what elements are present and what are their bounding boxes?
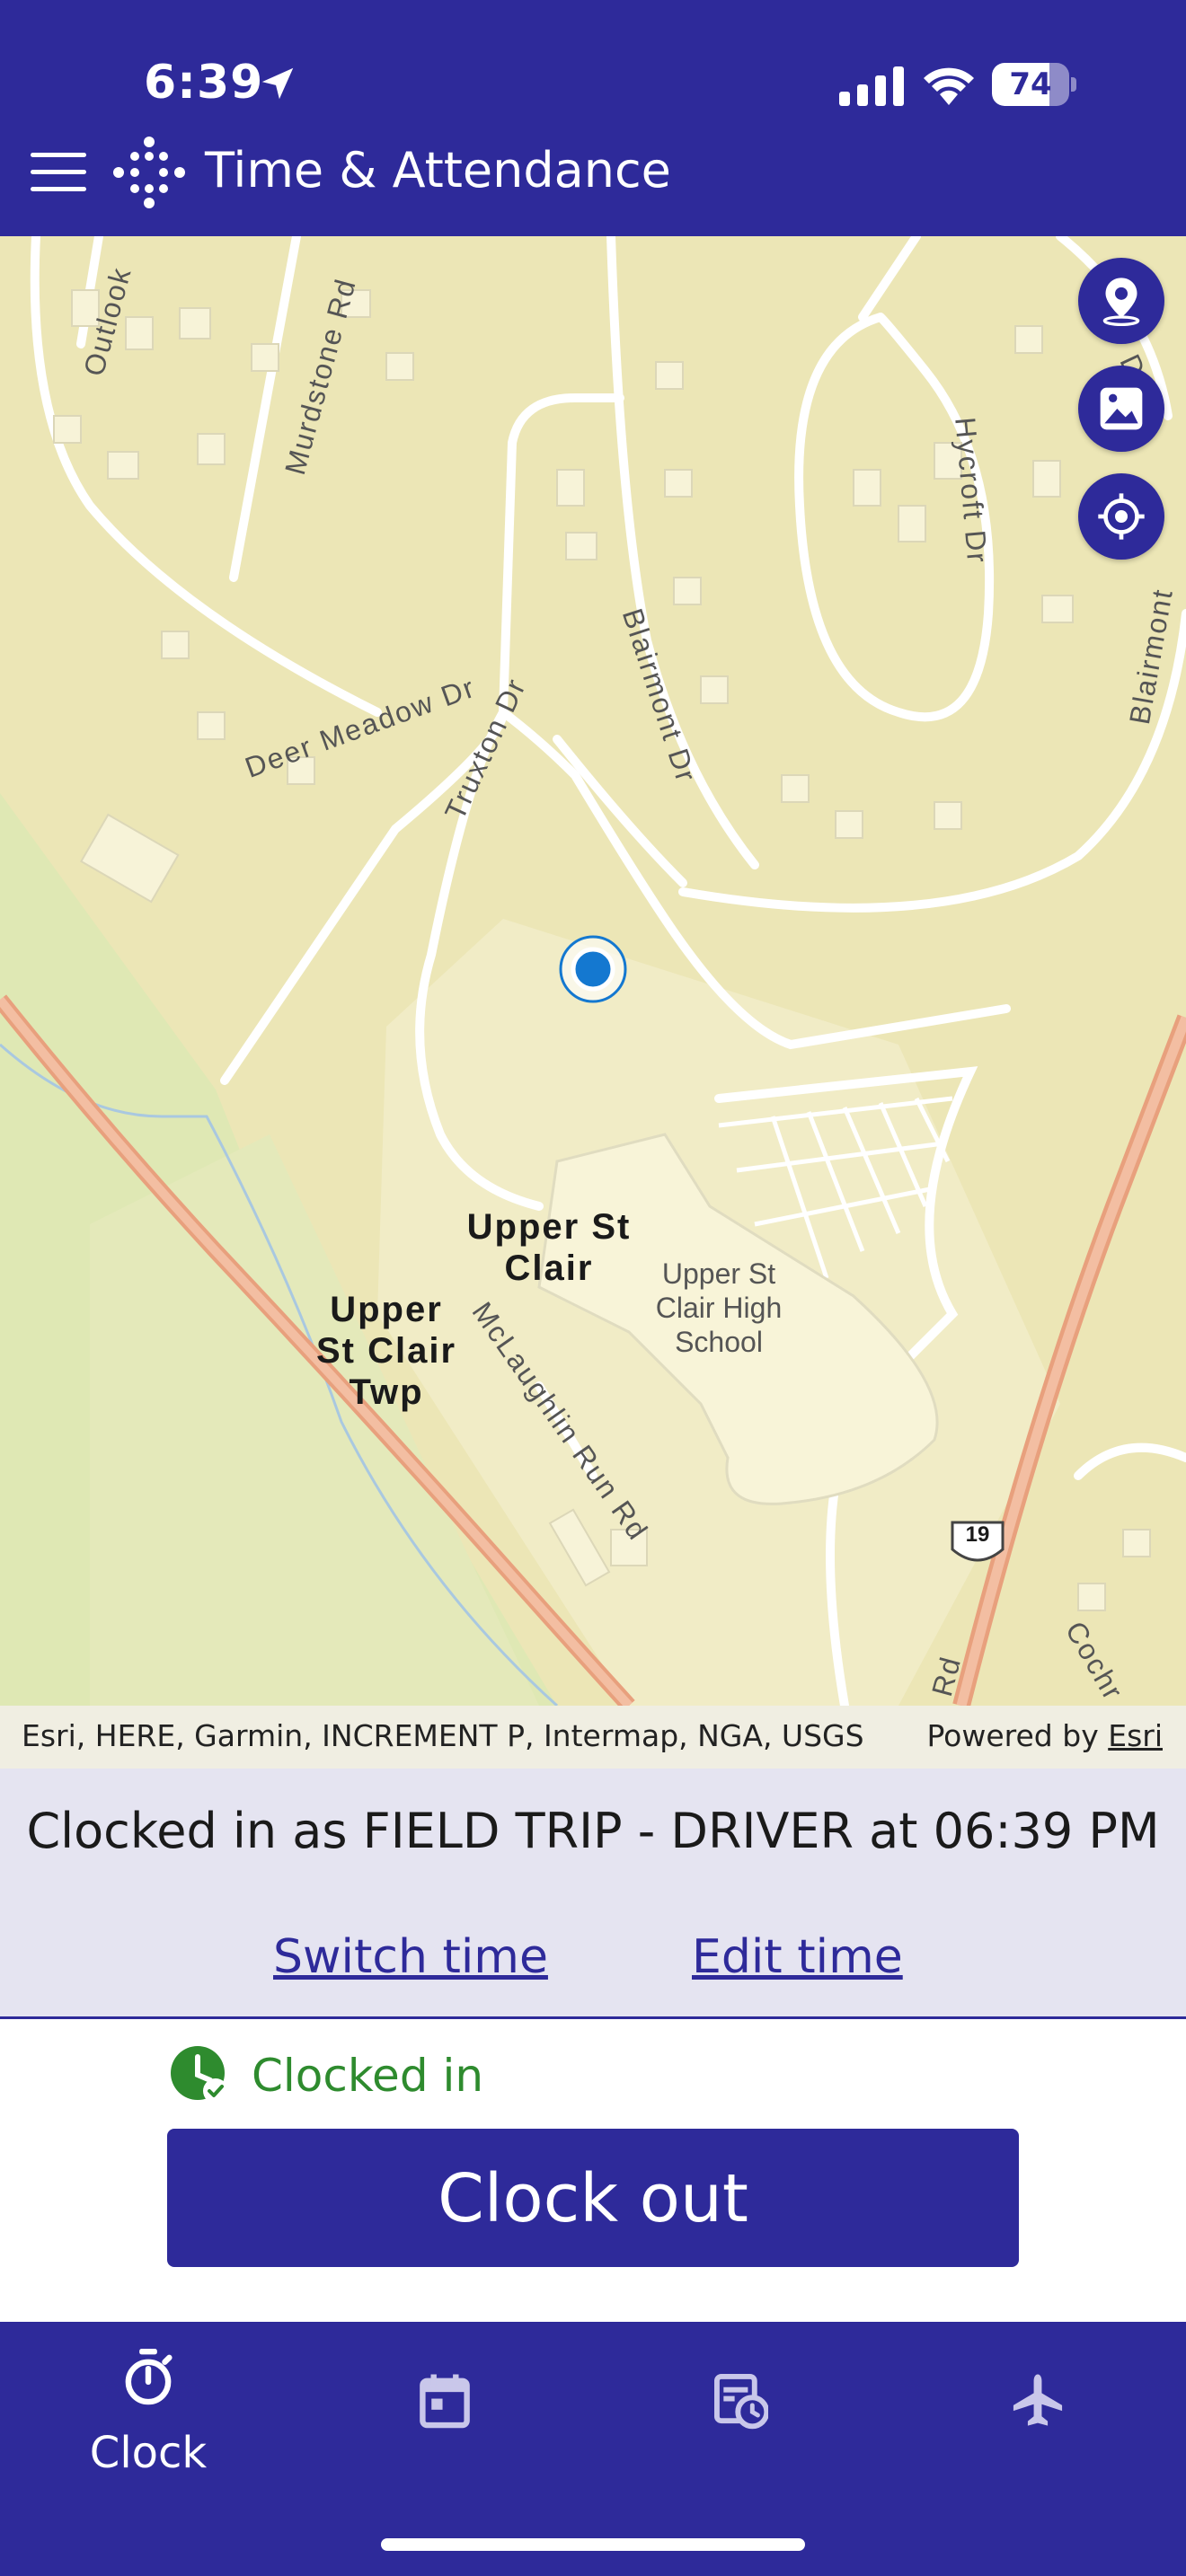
tab-clock[interactable]: Clock <box>0 2322 296 2519</box>
esri-link[interactable]: Esri <box>1108 1718 1163 1753</box>
app-header: 6:39 74 Time & Attendance <box>0 0 1186 236</box>
switch-time-link[interactable]: Switch time <box>273 1930 548 1984</box>
cellular-signal-icon <box>839 66 904 106</box>
location-pin-icon <box>1102 278 1140 326</box>
airplane-icon <box>1013 2374 1063 2426</box>
map-attribution: Esri, HERE, Garmin, INCREMENT P, Interma… <box>0 1706 1186 1769</box>
attribution-text: Esri, HERE, Garmin, INCREMENT P, Interma… <box>22 1718 864 1753</box>
location-dot <box>561 937 625 1001</box>
clock-status-message: Clocked in as FIELD TRIP - DRIVER at 06:… <box>26 1803 1160 1859</box>
route-shield-label: 19 <box>965 1522 990 1547</box>
stopwatch-icon <box>125 2349 173 2405</box>
powered-by: Powered by Esri <box>926 1718 1163 1753</box>
home-indicator <box>381 2538 805 2551</box>
clock-check-icon <box>171 2046 228 2104</box>
tab-schedule[interactable] <box>593 2322 890 2519</box>
tab-clock-label: Clock <box>89 2428 208 2478</box>
clock-status-panel: Clocked in as FIELD TRIP - DRIVER at 06:… <box>0 1769 1186 2019</box>
battery-icon: 74 <box>992 63 1076 108</box>
clocked-in-label: Clocked in <box>252 2050 484 2102</box>
tab-calendar[interactable] <box>296 2322 593 2519</box>
schedule-icon <box>714 2373 768 2430</box>
image-icon <box>1100 387 1143 430</box>
edit-time-link[interactable]: Edit time <box>692 1930 903 1984</box>
basemap-button[interactable] <box>1078 366 1164 452</box>
location-pin-button[interactable] <box>1078 258 1164 344</box>
app-logo-icon <box>113 137 185 208</box>
menu-icon[interactable] <box>31 153 86 192</box>
recenter-button[interactable] <box>1078 473 1164 560</box>
crosshair-icon <box>1098 493 1145 540</box>
place-label-upper-st-clair-twp: Upper St Clair Twp <box>315 1290 457 1412</box>
calendar-icon <box>420 2374 470 2429</box>
clock-out-button[interactable]: Clock out <box>167 2129 1019 2267</box>
place-label-upper-st-clair: Upper St Clair <box>466 1207 632 1288</box>
powered-by-prefix: Powered by <box>926 1718 1109 1753</box>
status-time: 6:39 <box>144 56 264 110</box>
battery-percent: 74 <box>1009 66 1052 102</box>
tab-time-off[interactable] <box>890 2322 1186 2519</box>
location-arrow-icon <box>261 67 294 100</box>
app-title: Time & Attendance <box>205 142 671 198</box>
wifi-icon <box>924 67 974 105</box>
map-view[interactable]: 19 Outlook Murdstone Rd Hycroft Dr Blair… <box>0 236 1186 1706</box>
place-label-high-school: Upper St Clair High School <box>655 1257 783 1358</box>
